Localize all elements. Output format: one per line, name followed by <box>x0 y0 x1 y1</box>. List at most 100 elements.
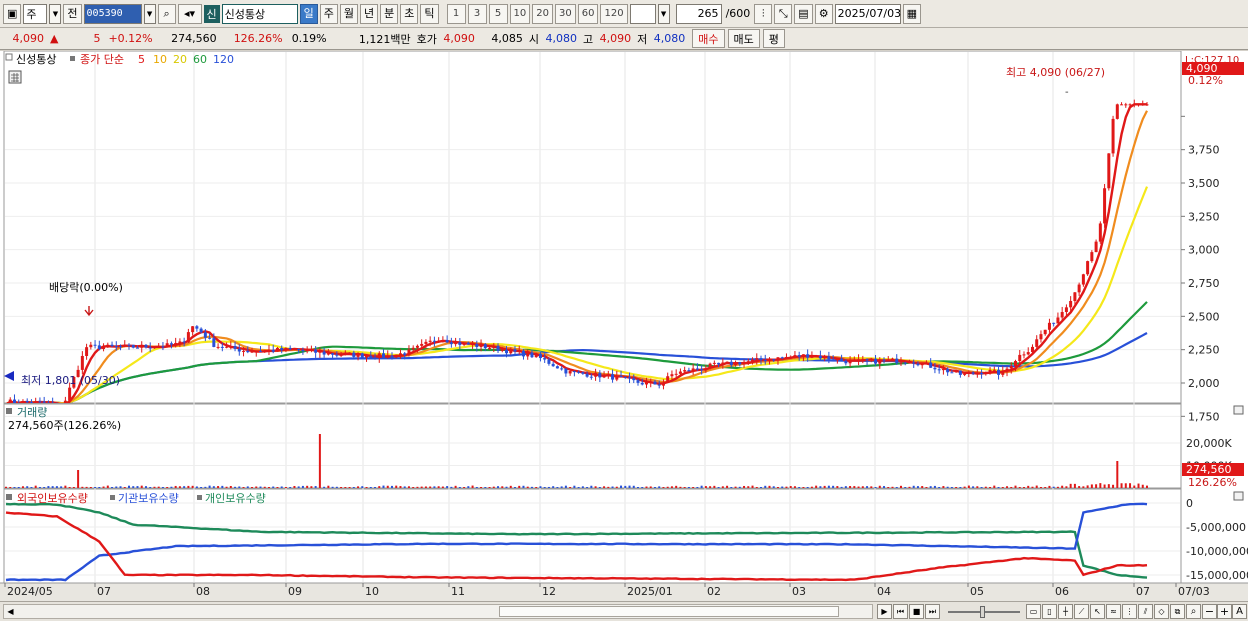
volume-bar <box>429 486 432 488</box>
settings-gear-icon[interactable]: ⚙ <box>814 3 833 24</box>
minute-3-button[interactable]: 3 <box>467 3 487 24</box>
zoom-in-icon[interactable]: + <box>1217 604 1232 619</box>
market-type-select[interactable]: 주 <box>23 3 48 24</box>
candle-body <box>305 350 309 352</box>
stop-icon[interactable]: ■ <box>909 604 924 619</box>
volume-bar <box>586 487 589 488</box>
draw-tool-icon[interactable]: ⤡ <box>774 3 793 24</box>
volume-bar <box>153 486 156 488</box>
buy-button[interactable]: 매수 <box>692 29 725 48</box>
panel-layout-icon[interactable]: ▭ <box>1026 604 1041 619</box>
minute-60-button[interactable]: 60 <box>577 3 599 24</box>
volume-bar <box>1031 486 1034 488</box>
volume-bar <box>620 485 623 488</box>
dash-marker: - <box>1065 87 1069 98</box>
zoom-search-icon[interactable]: ⌕ <box>1186 604 1201 619</box>
stock-code-dropdown-icon[interactable]: ▼ <box>143 3 156 24</box>
volume-bar <box>713 485 716 488</box>
volume-summary: 274,560주(126.26%) <box>8 419 121 432</box>
date-tick-label: 09 <box>288 585 302 598</box>
period-second-button[interactable]: 초 <box>400 3 419 24</box>
sound-icon[interactable]: ◂▾ <box>177 3 202 24</box>
volume-bar <box>721 486 724 488</box>
save-icon[interactable]: ▤ <box>794 3 813 24</box>
sell-button[interactable]: 매도 <box>727 29 760 48</box>
candle-body <box>1098 223 1102 242</box>
period-year-button[interactable]: 년 <box>360 3 379 24</box>
scroll-thumb[interactable] <box>499 606 839 617</box>
minute-120-button[interactable]: 120 <box>600 3 628 24</box>
period-minute-button[interactable]: 분 <box>380 3 399 24</box>
volume-bar <box>1001 487 1004 488</box>
scroll-right-icon[interactable]: ▶ <box>877 604 892 619</box>
chart-scrollbar[interactable]: ◀ <box>3 604 873 619</box>
volume-bar <box>895 487 898 488</box>
legend-foreign-holding: 외국인보유수량 <box>17 492 88 505</box>
turnover-rate: 0.19% <box>291 32 327 45</box>
arrow-tool-icon[interactable]: ↖ <box>1090 604 1105 619</box>
ask-label: 호가 <box>416 32 437 46</box>
window-menu-icon[interactable]: ▣ <box>3 3 22 24</box>
period-week-button[interactable]: 주 <box>319 3 338 24</box>
minute-10-button[interactable]: 10 <box>509 3 531 24</box>
candle-style-icon[interactable]: ⫶ <box>754 3 773 24</box>
chart-area[interactable]: 신성통상 종가 단순 5 10 20 60 120 최고 4,090 (06/2… <box>0 50 1248 602</box>
minute-20-button[interactable]: 20 <box>532 3 553 24</box>
copy-icon[interactable]: ⧉ <box>1170 604 1185 619</box>
eval-button[interactable]: 평 <box>762 29 785 48</box>
volume-bar <box>793 486 796 488</box>
volume-bar <box>849 486 852 488</box>
volume-bar <box>751 485 754 488</box>
volume-bar <box>77 470 80 488</box>
volume-bar <box>1052 486 1055 488</box>
volume-bar <box>1039 487 1042 488</box>
custom-period-dropdown-icon[interactable]: ▼ <box>657 3 670 24</box>
minute-5-button[interactable]: 5 <box>488 3 508 24</box>
custom-period-input[interactable] <box>629 3 656 24</box>
jump-last-icon[interactable]: ⏭ <box>925 604 940 619</box>
jump-first-icon[interactable]: ⏮ <box>893 604 908 619</box>
holding-panel-close-icon[interactable] <box>1233 491 1244 501</box>
text-tool-icon[interactable]: A <box>1232 604 1247 619</box>
prev-button[interactable]: 전 <box>63 3 82 24</box>
zoom-out-icon[interactable]: − <box>1202 604 1217 619</box>
search-icon[interactable]: ⌕ <box>157 3 176 24</box>
candle-body <box>254 351 258 353</box>
candle-body <box>152 347 156 349</box>
volume-panel-close-icon[interactable] <box>1233 405 1244 415</box>
candle-body <box>174 342 178 345</box>
price-tick-label: 2,000 <box>1188 377 1220 390</box>
volume-bar <box>43 487 46 488</box>
stock-name-field[interactable]: 신성통상 <box>221 3 298 24</box>
volume-bar <box>437 486 440 488</box>
date-input[interactable]: 2025/07/03 <box>834 3 901 24</box>
stock-code-input[interactable]: 005390 <box>83 3 142 24</box>
trend-line-icon[interactable]: ⟋ <box>1074 604 1089 619</box>
zoom-slider-handle[interactable] <box>980 606 985 618</box>
volume-bar <box>458 487 461 488</box>
panel-split-icon[interactable]: ▯ <box>1042 604 1057 619</box>
channel-tool-icon[interactable]: ⫽ <box>1138 604 1153 619</box>
period-tick-button[interactable]: 틱 <box>420 3 439 24</box>
holding-tick-label: -15,000,000 <box>1186 569 1248 582</box>
market-type-dropdown-icon[interactable]: ▼ <box>49 3 62 24</box>
candle-body <box>297 348 301 351</box>
candle-body <box>1107 153 1111 189</box>
period-day-button[interactable]: 일 <box>299 3 318 24</box>
minute-1-button[interactable]: 1 <box>446 3 466 24</box>
fib-tool-icon[interactable]: ⋮ <box>1122 604 1137 619</box>
bar-count-input[interactable]: 265 <box>675 3 722 24</box>
minute-30-button[interactable]: 30 <box>555 3 576 24</box>
stock-chart-svg[interactable]: 신성통상 종가 단순 5 10 20 60 120 최고 4,090 (06/2… <box>0 50 1248 602</box>
volume-bar <box>806 487 809 488</box>
crosshair-icon[interactable]: ┼ <box>1058 604 1073 619</box>
shape-tool-icon[interactable]: ◇ <box>1154 604 1169 619</box>
period-month-button[interactable]: 월 <box>339 3 359 24</box>
candle-body <box>322 351 326 355</box>
scroll-left-icon[interactable]: ◀ <box>4 605 17 618</box>
candle-body <box>42 401 46 403</box>
volume-bar <box>624 485 627 488</box>
candle-body <box>585 373 589 377</box>
calendar-icon[interactable]: ▦ <box>902 3 922 24</box>
wave-tool-icon[interactable]: ≈ <box>1106 604 1121 619</box>
